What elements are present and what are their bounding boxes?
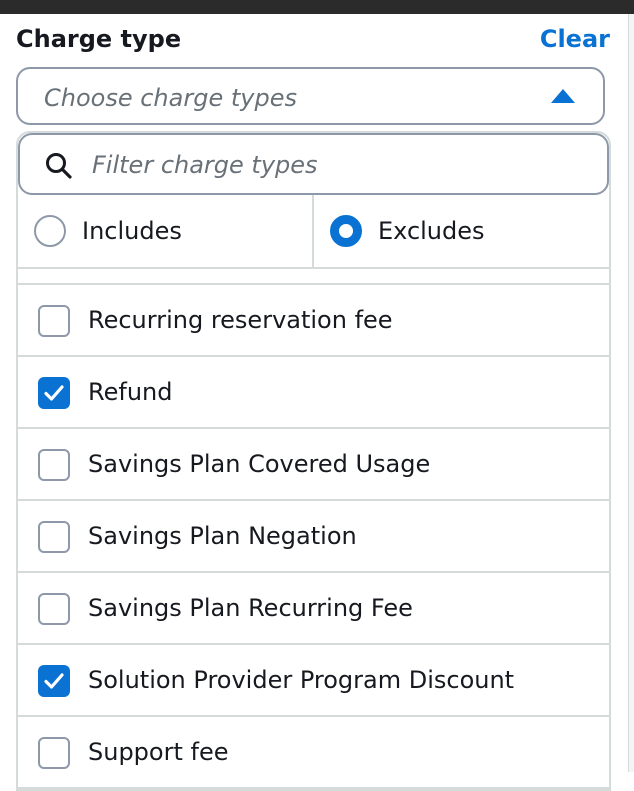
option-item[interactable]: Savings Plan Recurring Fee — [18, 573, 609, 645]
filter-placeholder: Filter charge types — [92, 151, 318, 179]
charge-type-select[interactable]: Choose charge types — [16, 67, 605, 125]
dropdown-panel: Filter charge types Includes Excludes Re… — [16, 131, 611, 791]
option-checkbox[interactable] — [38, 449, 70, 481]
list-divider — [18, 269, 609, 285]
option-checkbox[interactable] — [38, 737, 70, 769]
option-item[interactable]: Solution Provider Program Discount — [18, 645, 609, 717]
option-label: Recurring reservation fee — [88, 306, 393, 334]
includes-radio[interactable] — [34, 215, 66, 247]
filter-input[interactable]: Filter charge types — [18, 133, 609, 195]
search-icon — [46, 153, 72, 179]
option-item[interactable]: Recurring reservation fee — [18, 285, 609, 357]
option-item[interactable]: Savings Plan Covered Usage — [18, 429, 609, 501]
filter-title: Charge type — [16, 25, 182, 53]
option-checkbox[interactable] — [38, 665, 70, 697]
caret-up-icon[interactable] — [551, 89, 575, 103]
option-item[interactable]: Support fee — [18, 717, 609, 789]
option-item[interactable]: Savings Plan Negation — [18, 501, 609, 573]
clear-button[interactable]: Clear — [540, 24, 610, 54]
select-placeholder: Choose charge types — [44, 84, 297, 112]
option-checkbox[interactable] — [38, 377, 70, 409]
scrollbar-track[interactable] — [628, 14, 634, 772]
option-checkbox[interactable] — [38, 521, 70, 553]
mode-includes[interactable]: Includes — [18, 195, 314, 269]
window-top-bar — [0, 0, 634, 14]
check-icon — [44, 673, 64, 689]
option-label: Refund — [88, 378, 173, 406]
option-label: Savings Plan Recurring Fee — [88, 594, 413, 622]
check-icon — [44, 385, 64, 401]
option-label: Savings Plan Covered Usage — [88, 450, 431, 478]
mode-excludes[interactable]: Excludes — [314, 195, 609, 269]
includes-label: Includes — [82, 217, 182, 245]
option-checkbox[interactable] — [38, 593, 70, 625]
option-label: Solution Provider Program Discount — [88, 666, 515, 694]
option-label: Savings Plan Negation — [88, 522, 357, 550]
excludes-label: Excludes — [378, 217, 485, 245]
excludes-radio[interactable] — [330, 215, 362, 247]
option-item[interactable]: Refund — [18, 357, 609, 429]
option-checkbox[interactable] — [38, 305, 70, 337]
option-label: Support fee — [88, 738, 229, 766]
options-list: Recurring reservation fee Refund Savings… — [18, 269, 609, 789]
